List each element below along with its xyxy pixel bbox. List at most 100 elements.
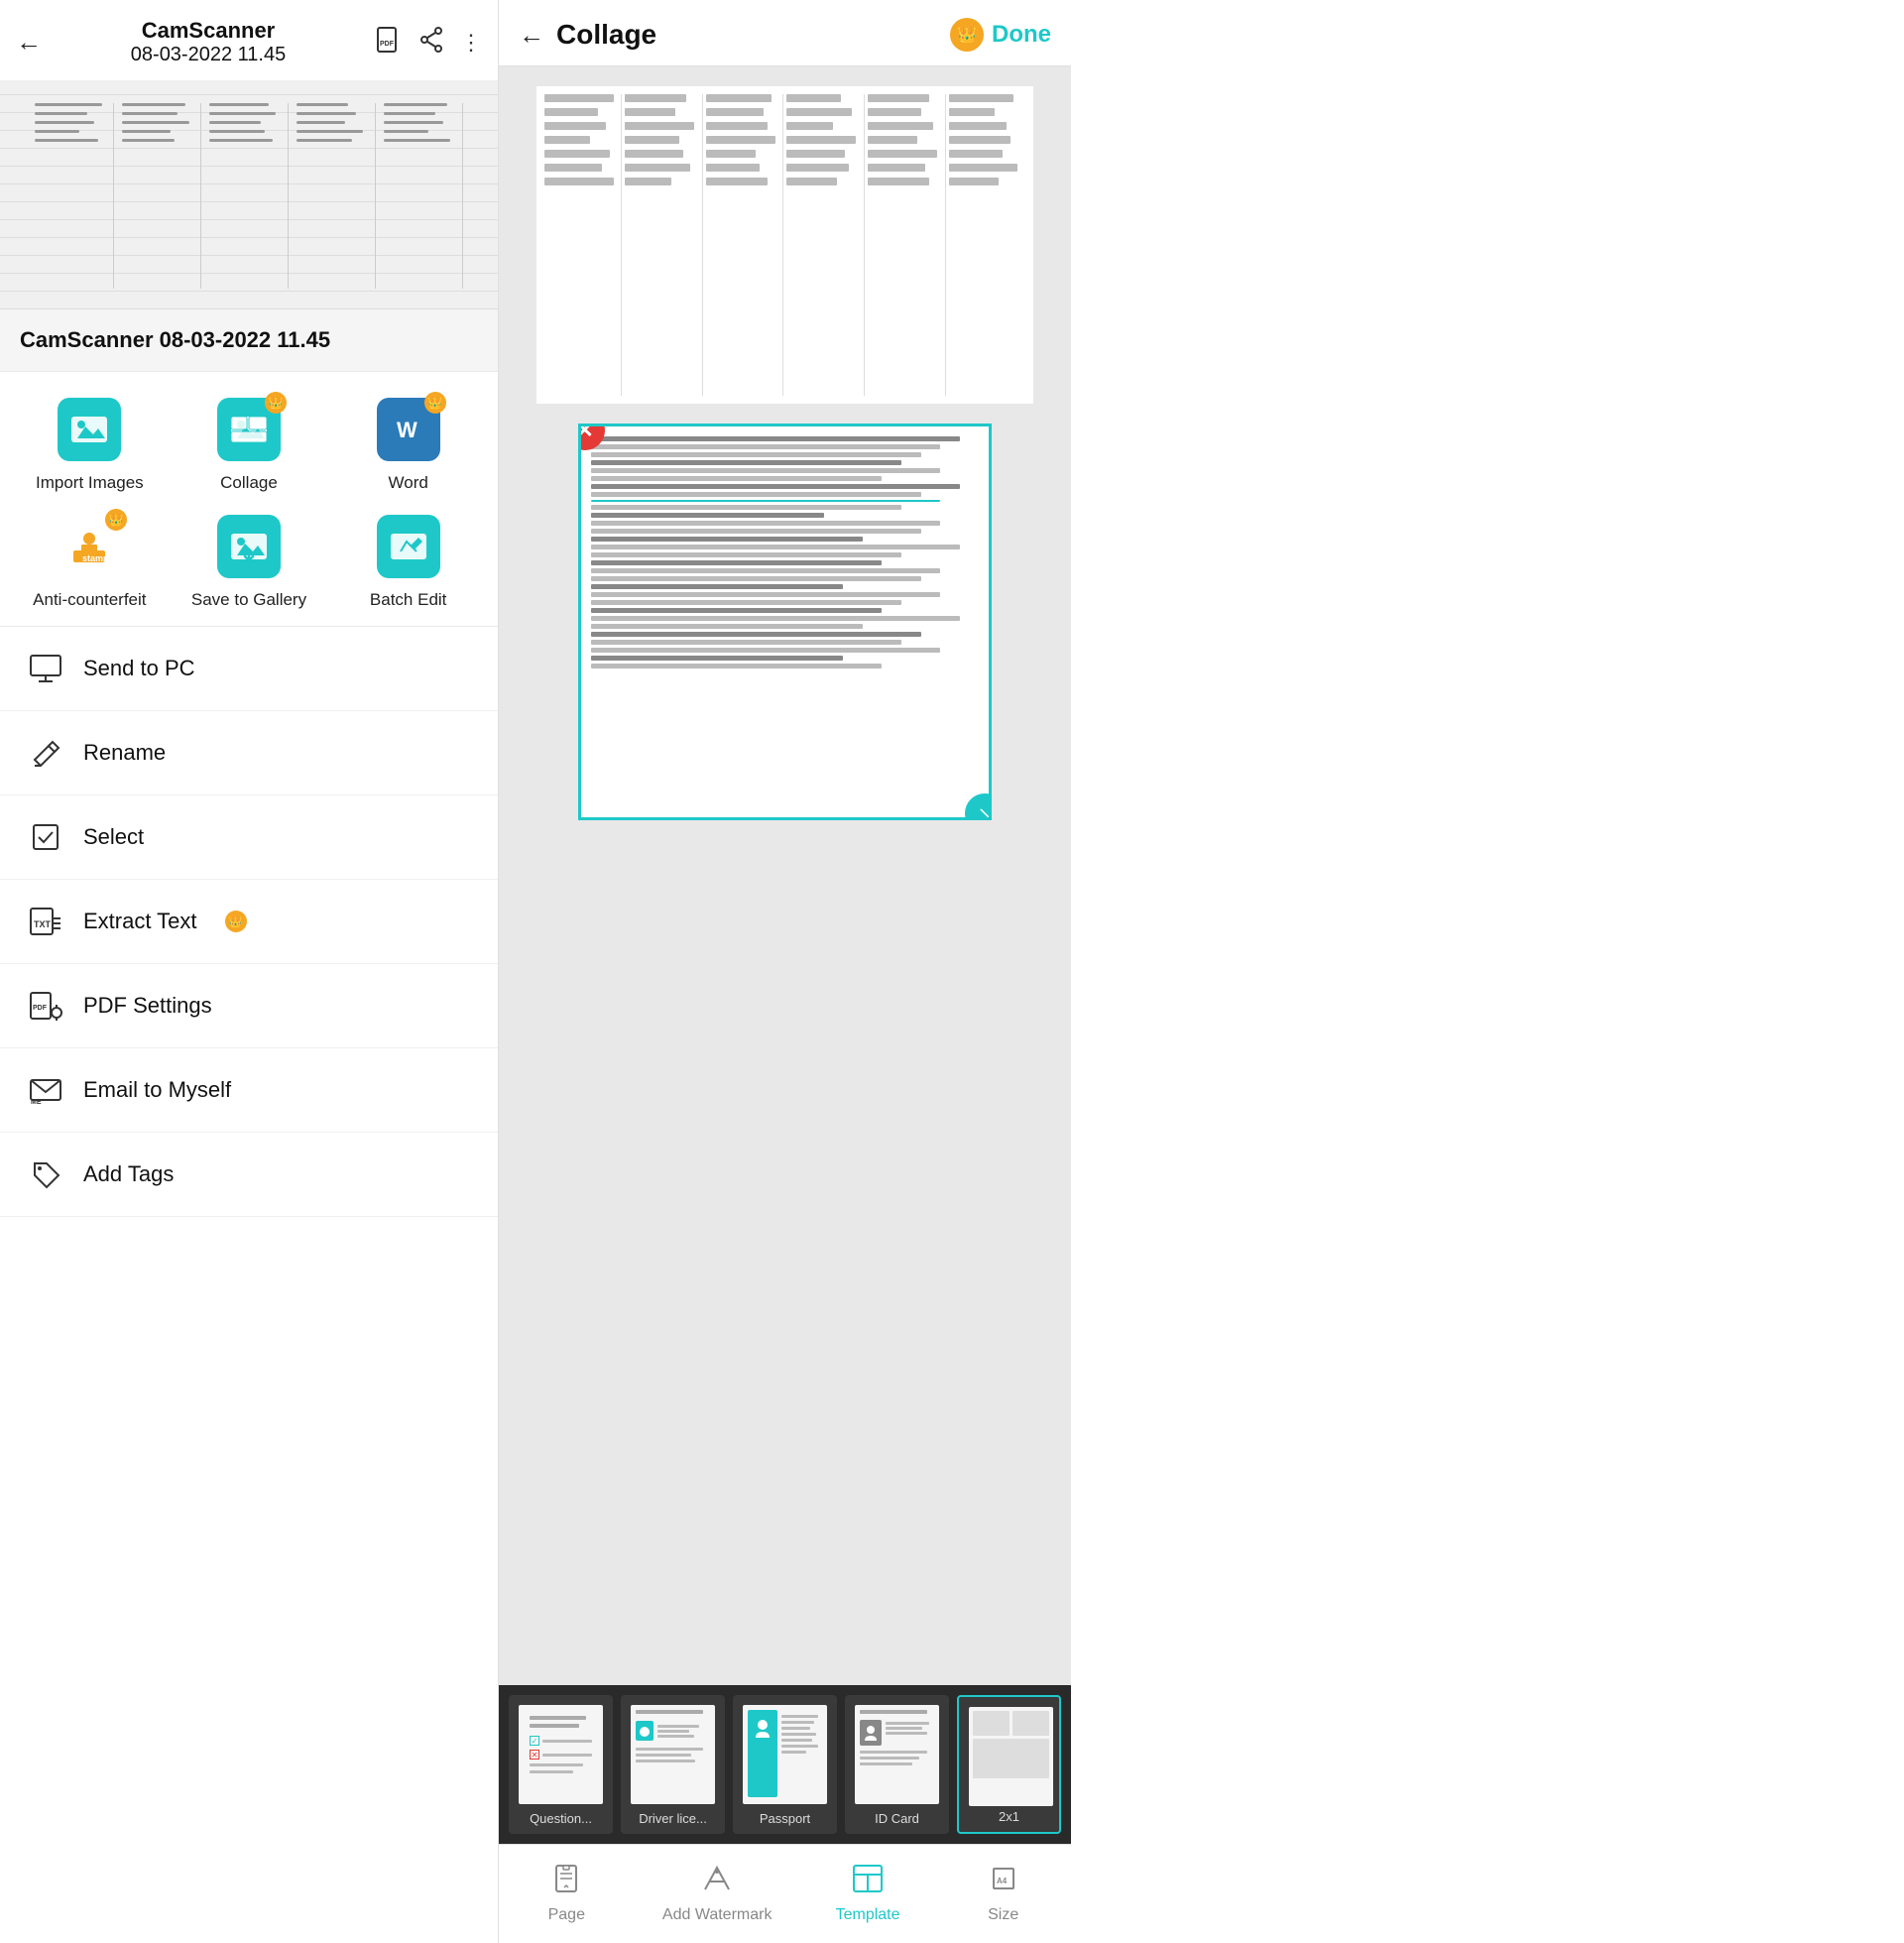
- template-id-card[interactable]: ID Card: [845, 1695, 949, 1834]
- svg-text:A4: A4: [997, 1877, 1008, 1885]
- email-to-myself-label: Email to Myself: [83, 1077, 231, 1103]
- pdf-icon[interactable]: PDF: [375, 26, 403, 60]
- menu-email-to-myself[interactable]: ME Email to Myself: [0, 1048, 498, 1133]
- menu-send-to-pc[interactable]: Send to PC: [0, 627, 498, 711]
- passport-thumb: [743, 1705, 827, 1804]
- page-label: Page: [548, 1906, 585, 1924]
- back-button[interactable]: ←: [16, 27, 42, 58]
- collage-top-document: [536, 86, 1033, 404]
- action-grid: Import Images 👑 Collage: [0, 372, 498, 627]
- collage-crown-badge: 👑: [265, 392, 287, 414]
- size-label: Size: [988, 1906, 1018, 1924]
- watermark-icon: [701, 1864, 733, 1900]
- menu-extract-text[interactable]: TXT Extract Text 👑: [0, 880, 498, 964]
- collage-label: Collage: [220, 473, 278, 493]
- page-icon: [551, 1864, 581, 1900]
- save-gallery-icon-bg: [217, 515, 281, 578]
- template-questionnaire[interactable]: ✓ ✕ Question...: [509, 1695, 613, 1834]
- import-images-icon-bg: [58, 398, 121, 461]
- action-save-to-gallery[interactable]: Save to Gallery: [179, 513, 319, 610]
- send-to-pc-label: Send to PC: [83, 656, 195, 681]
- doc-date: 08-03-2022 11.45: [54, 44, 363, 66]
- template-icon: [852, 1864, 884, 1900]
- id-card-label: ID Card: [875, 1811, 919, 1826]
- collage-back-button[interactable]: ←: [519, 20, 544, 51]
- action-word[interactable]: W 👑 Word: [338, 396, 478, 493]
- collage-title: Collage: [556, 19, 938, 51]
- add-tags-label: Add Tags: [83, 1161, 174, 1187]
- driver-license-label: Driver lice...: [639, 1811, 707, 1826]
- action-anti-counterfeit[interactable]: stamp 👑 Anti-counterfeit: [20, 513, 160, 610]
- svg-text:stamp: stamp: [82, 553, 109, 563]
- email-icon: ME: [28, 1072, 63, 1108]
- header-title: CamScanner 08-03-2022 11.45: [54, 18, 363, 66]
- id-card-thumb: [855, 1705, 939, 1804]
- checkbox-icon: [28, 819, 63, 855]
- extract-text-label: Extract Text: [83, 909, 197, 934]
- txt-icon: TXT: [28, 904, 63, 939]
- questionnaire-thumb: ✓ ✕: [519, 1705, 603, 1804]
- anti-counterfeit-crown-badge: 👑: [105, 509, 127, 531]
- 2x1-label: 2x1: [999, 1809, 1019, 1824]
- done-button[interactable]: Done: [992, 21, 1051, 49]
- toolbar-page[interactable]: Page: [527, 1864, 606, 1924]
- import-images-label: Import Images: [36, 473, 144, 493]
- questionnaire-label: Question...: [530, 1811, 592, 1826]
- batch-edit-label: Batch Edit: [370, 590, 447, 610]
- bottom-toolbar: Page Add Watermark Templat: [499, 1844, 1071, 1943]
- action-batch-edit[interactable]: Batch Edit: [338, 513, 478, 610]
- size-icon: A4: [989, 1864, 1018, 1900]
- tag-icon: [28, 1156, 63, 1192]
- template-driver-license[interactable]: Driver lice...: [621, 1695, 725, 1834]
- toolbar-add-watermark[interactable]: Add Watermark: [662, 1864, 773, 1924]
- 2x1-thumb: [969, 1707, 1053, 1806]
- template-strip: ✓ ✕ Question...: [499, 1685, 1071, 1844]
- template-label: Template: [836, 1906, 900, 1924]
- word-label: Word: [389, 473, 428, 493]
- menu-list: Send to PC Rename Select: [0, 627, 498, 1943]
- collage-canvas: ✕ ↘: [499, 66, 1071, 1685]
- svg-text:TXT: TXT: [34, 919, 52, 929]
- pdf-settings-label: PDF Settings: [83, 993, 212, 1019]
- monitor-icon: [28, 651, 63, 686]
- menu-rename[interactable]: Rename: [0, 711, 498, 795]
- selected-document[interactable]: ✕ ↘: [578, 424, 993, 820]
- menu-pdf-settings[interactable]: PDF PDF Settings: [0, 964, 498, 1048]
- toolbar-template[interactable]: Template: [828, 1864, 907, 1924]
- word-crown-badge: 👑: [424, 392, 446, 414]
- svg-text:W: W: [397, 418, 417, 442]
- passport-label: Passport: [760, 1811, 810, 1826]
- premium-crown-icon: 👑: [950, 18, 984, 52]
- header-icons: PDF ⋮: [375, 26, 482, 60]
- svg-text:ME: ME: [31, 1099, 42, 1104]
- select-label: Select: [83, 824, 144, 850]
- template-passport[interactable]: Passport: [733, 1695, 837, 1834]
- done-button-wrap: 👑 Done: [950, 18, 1051, 52]
- anti-counterfeit-label: Anti-counterfeit: [33, 590, 146, 610]
- template-2x1[interactable]: 2x1: [957, 1695, 1061, 1834]
- action-collage[interactable]: 👑 Collage: [179, 396, 319, 493]
- pdf-settings-icon: PDF: [28, 988, 63, 1024]
- add-watermark-label: Add Watermark: [662, 1906, 773, 1924]
- svg-text:PDF: PDF: [380, 41, 395, 48]
- more-options-icon[interactable]: ⋮: [460, 30, 482, 56]
- action-import-images[interactable]: Import Images: [20, 396, 160, 493]
- toolbar-size[interactable]: A4 Size: [964, 1864, 1043, 1924]
- right-header: ← Collage 👑 Done: [499, 0, 1071, 66]
- left-panel: ← CamScanner 08-03-2022 11.45 PDF: [0, 0, 499, 1943]
- pencil-icon: [28, 735, 63, 771]
- batch-edit-icon-bg: [377, 515, 440, 578]
- rename-label: Rename: [83, 740, 166, 766]
- right-panel: ← Collage 👑 Done: [499, 0, 1071, 1943]
- driver-license-thumb: [631, 1705, 715, 1804]
- share-icon[interactable]: [418, 27, 444, 59]
- svg-text:PDF: PDF: [33, 1005, 48, 1012]
- document-title: CamScanner 08-03-2022 11.45: [0, 309, 498, 372]
- document-preview: [0, 81, 498, 309]
- app-name: CamScanner: [54, 18, 363, 44]
- menu-select[interactable]: Select: [0, 795, 498, 880]
- save-to-gallery-label: Save to Gallery: [191, 590, 306, 610]
- left-header: ← CamScanner 08-03-2022 11.45 PDF: [0, 0, 498, 81]
- menu-add-tags[interactable]: Add Tags: [0, 1133, 498, 1217]
- extract-text-crown: 👑: [225, 911, 247, 932]
